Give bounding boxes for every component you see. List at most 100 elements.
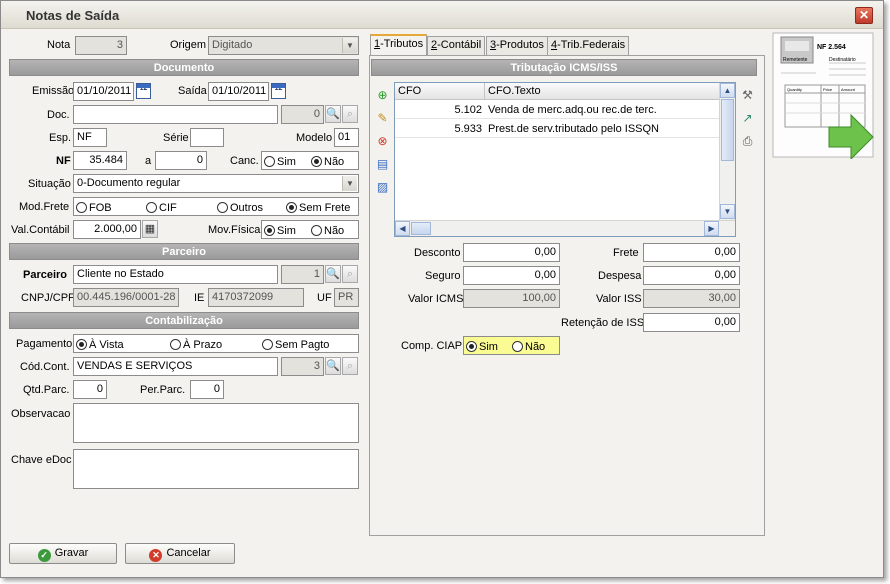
print-icon[interactable]: ⎙	[739, 133, 756, 150]
codcont-code-field[interactable]: 3	[281, 357, 324, 376]
radio-selected-icon	[76, 339, 87, 350]
saida-label: Saída	[178, 85, 207, 97]
radio-icon	[170, 339, 181, 350]
movfisica-nao-radio[interactable]: Não	[311, 223, 344, 238]
table-cell-cfo[interactable]: 5.933	[395, 120, 485, 138]
edit-icon[interactable]: ✎	[374, 110, 391, 127]
serie-field[interactable]	[190, 128, 224, 147]
situacao-value: 0-Documento regular	[77, 177, 181, 189]
cancelar-button[interactable]: ✕ Cancelar	[125, 543, 235, 564]
situacao-select[interactable]: 0-Documento regular ▼	[73, 174, 359, 193]
cnpj-field[interactable]: 00.445.196/0001-28	[73, 288, 179, 307]
modelo-field[interactable]: 01	[334, 128, 359, 147]
edit-form-icon[interactable]: ▨	[374, 179, 391, 196]
ciap-label: Comp. CIAP	[401, 340, 463, 352]
table-cell-cfo[interactable]: 5.102	[395, 101, 485, 119]
table-cell-texto[interactable]: Prest.de serv.tributado pelo ISSQN	[485, 120, 720, 138]
modfrete-fob-radio[interactable]: FOB	[76, 200, 112, 215]
canc-sim-radio[interactable]: Sim	[264, 154, 296, 169]
desconto-field[interactable]: 0,00	[463, 243, 560, 262]
despesa-field[interactable]: 0,00	[643, 266, 740, 285]
parceiro-code-field[interactable]: 1	[281, 265, 324, 284]
nota-field[interactable]: 3	[75, 36, 127, 55]
export-icon[interactable]: ↗	[739, 110, 756, 127]
pag-prazo-radio[interactable]: À Prazo	[170, 337, 222, 352]
retencao-field[interactable]: 0,00	[643, 313, 740, 332]
nf-field[interactable]: 35.484	[73, 151, 127, 170]
doc-code-field[interactable]: 0	[281, 105, 324, 124]
valoriss-field[interactable]: 30,00	[643, 289, 740, 308]
seguro-field[interactable]: 0,00	[463, 266, 560, 285]
search-button[interactable]: 🔍	[325, 357, 341, 375]
tab-produtos[interactable]: 3-Produtos	[486, 36, 548, 55]
close-button[interactable]: ✕	[855, 7, 873, 24]
tributacao-section-header: Tributação ICMS/ISS	[371, 59, 757, 76]
calculator-button[interactable]: ▦	[142, 220, 158, 238]
col-texto-header[interactable]: CFO.Texto	[485, 83, 720, 100]
codcont-field[interactable]: VENDAS E SERVIÇOS	[73, 357, 278, 376]
calendar-icon[interactable]: 12	[136, 83, 151, 99]
scroll-down-icon[interactable]: ▼	[720, 204, 735, 219]
tab-trib-federais[interactable]: 4-Trib.Federais	[547, 36, 630, 55]
perparc-field[interactable]: 0	[190, 380, 224, 399]
scroll-thumb[interactable]	[721, 99, 734, 161]
horizontal-scrollbar[interactable]: ◀ ▶	[395, 220, 735, 236]
modfrete-cif-radio[interactable]: CIF	[146, 200, 177, 215]
search-button[interactable]: 🔍	[325, 105, 341, 123]
a-label: a	[145, 155, 152, 167]
movfisica-sim-radio[interactable]: Sim	[264, 223, 296, 238]
ciap-nao-radio[interactable]: Não	[512, 339, 545, 354]
radio-icon	[217, 202, 228, 213]
emissao-field[interactable]: 01/10/2011	[73, 82, 134, 101]
qtdparc-field[interactable]: 0	[73, 380, 107, 399]
observacao-textarea[interactable]	[73, 403, 359, 443]
form-icon[interactable]: ▤	[374, 156, 391, 173]
uf-field[interactable]: PR	[334, 288, 359, 307]
modfrete-sem-radio[interactable]: Sem Frete	[286, 200, 350, 215]
vertical-scrollbar[interactable]: ▲ ▼	[719, 83, 735, 220]
modfrete-outros-radio[interactable]: Outros	[217, 200, 264, 215]
gravar-button[interactable]: ✓ Gravar	[9, 543, 117, 564]
tab-tributos[interactable]: 1-Tributos	[370, 34, 428, 55]
canc-nao-radio[interactable]: Não	[311, 154, 344, 169]
ie-field[interactable]: 4170372099	[208, 288, 304, 307]
chave-textarea[interactable]	[73, 449, 359, 489]
origem-select[interactable]: Digitado ▼	[208, 36, 359, 55]
modfrete-outros-label: Outros	[230, 202, 264, 214]
scroll-right-icon[interactable]: ▶	[704, 221, 719, 236]
canc-radio-group: Sim Não	[261, 151, 359, 170]
radio-icon	[311, 225, 322, 236]
delete-icon[interactable]: ⊗	[374, 133, 391, 150]
a-field[interactable]: 0	[155, 151, 207, 170]
calendar-icon[interactable]: 12	[271, 83, 286, 99]
scroll-left-icon[interactable]: ◀	[395, 221, 410, 236]
tab-contabil[interactable]: 2-Contábil	[427, 36, 486, 55]
valoriss-label: Valor ISS	[596, 293, 642, 305]
doc-field[interactable]	[73, 105, 278, 124]
tab-trib-federais-label: -Trib.Federais	[557, 39, 626, 51]
frete-field[interactable]: 0,00	[643, 243, 740, 262]
radio-icon	[262, 339, 273, 350]
search-button[interactable]: 🔍	[325, 265, 341, 283]
table-cell-texto[interactable]: Venda de merc.adq.ou rec.de terc.	[485, 101, 720, 119]
col-cfo-header[interactable]: CFO	[395, 83, 485, 100]
add-icon[interactable]: ⊕	[374, 87, 391, 104]
clear-search-button[interactable]: ⌕	[342, 357, 358, 375]
clear-search-button[interactable]: ⌕	[342, 105, 358, 123]
valoricms-field[interactable]: 100,00	[463, 289, 560, 308]
parceiro-field[interactable]: Cliente no Estado	[73, 265, 278, 284]
pagamento-label: Pagamento	[16, 338, 73, 350]
esp-label: Esp.	[49, 132, 72, 144]
hscroll-thumb[interactable]	[411, 222, 431, 235]
tools-icon[interactable]: ⚒	[739, 87, 756, 104]
cnpj-label: CNPJ/CPF	[21, 292, 75, 304]
cfo-grid[interactable]: CFO CFO.Texto 5.102 Venda de merc.adq.ou…	[394, 82, 736, 237]
scroll-up-icon[interactable]: ▲	[720, 83, 735, 98]
pag-vista-radio[interactable]: À Vista	[76, 337, 124, 352]
saida-field[interactable]: 01/10/2011	[208, 82, 269, 101]
valcontabil-field[interactable]: 2.000,00	[73, 220, 141, 239]
esp-field[interactable]: NF	[73, 128, 107, 147]
ciap-sim-radio[interactable]: Sim	[466, 339, 498, 354]
pag-sem-radio[interactable]: Sem Pagto	[262, 337, 329, 352]
clear-search-button[interactable]: ⌕	[342, 265, 358, 283]
